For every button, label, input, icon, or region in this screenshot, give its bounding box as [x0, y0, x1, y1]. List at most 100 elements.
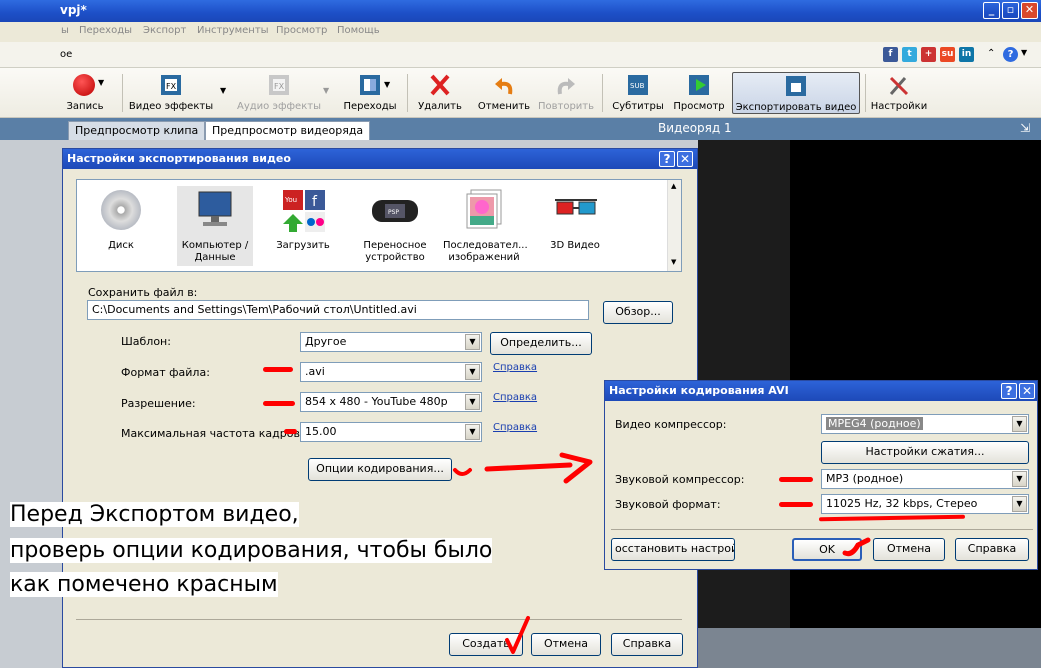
close-button[interactable]: ✕ — [1021, 2, 1038, 19]
linkedin-icon[interactable]: in — [959, 47, 974, 62]
video-compressor-select[interactable]: MPEG4 (родное) ▼ — [821, 414, 1029, 434]
device-upload[interactable]: You f Загрузить — [273, 186, 333, 266]
undo-icon — [492, 74, 516, 96]
help-icon[interactable]: ? — [659, 151, 675, 167]
cancel-button[interactable]: Отмена — [873, 538, 945, 561]
transitions-button[interactable]: ▼ Переходы — [340, 72, 400, 114]
chevron-down-icon[interactable]: ▼ — [465, 334, 480, 350]
settings-button[interactable]: Настройки — [870, 72, 928, 114]
encoding-options-button[interactable]: Опции кодирования... — [308, 458, 452, 481]
video-effects-button[interactable]: FX Видео эффекты — [128, 72, 214, 114]
red-marker — [284, 429, 297, 434]
template-select[interactable]: Другое ▼ — [300, 332, 482, 352]
transitions-label: Переходы — [343, 101, 397, 112]
delete-icon — [428, 74, 452, 96]
device-portable-label: Переносное устройство — [363, 240, 427, 263]
device-3d[interactable]: 3D Видео — [545, 186, 605, 266]
framerate-help-link[interactable]: Справка — [493, 422, 537, 433]
resolution-label: Разрешение: — [121, 397, 196, 410]
ok-button[interactable]: OK — [792, 538, 862, 561]
audio-effects-icon: FX — [267, 74, 291, 96]
menu-item-transitions[interactable]: Переходы — [79, 25, 132, 36]
red-marker — [779, 477, 813, 482]
device-image-sequence-label: Последовател... изображений — [443, 240, 528, 263]
cancel-button[interactable]: Отмена — [531, 633, 601, 656]
chevron-down-icon[interactable]: ▼ — [1012, 496, 1027, 512]
tab-sequence-preview[interactable]: Предпросмотр видеоряда — [205, 121, 371, 140]
record-dropdown-icon[interactable]: ▼ — [98, 78, 104, 87]
device-image-sequence[interactable]: Последовател... изображений — [443, 186, 528, 266]
audio-format-select[interactable]: 11025 Hz, 32 kbps, Стерео ▼ — [821, 494, 1029, 514]
transitions-dropdown-icon[interactable]: ▼ — [384, 80, 390, 89]
google-plus-icon[interactable]: + — [921, 47, 936, 62]
preview-button[interactable]: Просмотр — [672, 72, 726, 114]
resolution-help-link[interactable]: Справка — [493, 392, 537, 403]
resolution-select[interactable]: 854 x 480 - YouTube 480p ▼ — [300, 392, 482, 412]
restore-defaults-button[interactable]: осстановить настройк — [611, 538, 735, 561]
video-effects-icon: FX — [159, 74, 183, 96]
audio-effects-button[interactable]: FX Аудио эффекты — [234, 72, 324, 114]
chevron-up-icon[interactable]: ⌃ — [987, 48, 995, 59]
chevron-down-icon[interactable]: ▼ — [465, 394, 480, 410]
framerate-select[interactable]: 15.00 ▼ — [300, 422, 482, 442]
chevron-down-icon[interactable]: ▼ — [1012, 471, 1027, 487]
play-icon — [687, 74, 711, 96]
upload-icon: You f — [283, 190, 325, 232]
device-portable[interactable]: PSP Переносное устройство — [359, 186, 431, 266]
chevron-down-icon[interactable]: ▼ — [465, 424, 480, 440]
scroll-up-icon[interactable]: ▲ — [671, 182, 676, 190]
audio-compressor-select[interactable]: MP3 (родное) ▼ — [821, 469, 1029, 489]
app-title-bar: vpj* _ ▫ ✕ — [0, 0, 1041, 22]
redo-icon — [554, 74, 578, 96]
help-icon[interactable]: ? — [1003, 47, 1018, 62]
chevron-down-icon[interactable]: ▼ — [1021, 48, 1027, 57]
device-disc[interactable]: Диск — [91, 186, 151, 266]
transitions-icon — [358, 74, 382, 96]
scroll-down-icon[interactable]: ▼ — [671, 258, 676, 266]
twitter-icon[interactable]: t — [902, 47, 917, 62]
chevron-down-icon[interactable]: ▼ — [465, 364, 480, 380]
undock-icon[interactable]: ⇲ — [1020, 121, 1030, 135]
stumbleupon-icon[interactable]: su — [940, 47, 955, 62]
export-dialog-title: Настройки экспортирования видео — [63, 149, 697, 169]
create-button[interactable]: Создать — [449, 633, 523, 656]
settings-label: Настройки — [870, 101, 928, 112]
facebook-icon[interactable]: f — [883, 47, 898, 62]
tab-clip-preview[interactable]: Предпросмотр клипа — [68, 121, 206, 140]
menu-item-help[interactable]: Помощь — [337, 25, 380, 36]
help-button[interactable]: Справка — [611, 633, 683, 656]
menu-item-tools[interactable]: Инструменты — [197, 25, 269, 36]
annotation-line-3: как помечено красным — [10, 572, 278, 597]
menu-item-view[interactable]: Просмотр — [276, 25, 327, 36]
compression-settings-button[interactable]: Настройки сжатия... — [821, 441, 1029, 464]
device-computer-label: Компьютер / Данные — [181, 240, 249, 263]
video-effects-dropdown-icon[interactable]: ▼ — [220, 86, 226, 95]
maximize-button[interactable]: ▫ — [1002, 2, 1019, 19]
export-video-button[interactable]: Экспортировать видео — [732, 72, 860, 114]
video-effects-label: Видео эффекты — [128, 101, 214, 112]
file-format-select[interactable]: .avi ▼ — [300, 362, 482, 382]
save-path-input[interactable]: C:\Documents and Settings\Tem\Рабочий ст… — [87, 300, 589, 320]
quick-bar: ое f t + su in ⌃ ? ▼ — [0, 42, 1041, 68]
audio-effects-dropdown-icon[interactable]: ▼ — [323, 86, 329, 95]
define-button[interactable]: Определить... — [490, 332, 592, 355]
record-button[interactable]: ▼ Запись — [62, 72, 108, 114]
close-icon[interactable]: ✕ — [1019, 383, 1035, 399]
format-help-link[interactable]: Справка — [493, 362, 537, 373]
device-list: Диск Компьютер / Данные You f Загрузить P… — [76, 179, 682, 272]
annotation-line-2: проверь опции кодирования, чтобы было — [10, 538, 493, 563]
help-button[interactable]: Справка — [955, 538, 1029, 561]
redo-button[interactable]: Повторить — [535, 72, 597, 114]
close-icon[interactable]: ✕ — [677, 151, 693, 167]
menu-item-file[interactable]: ы — [61, 25, 69, 36]
help-icon[interactable]: ? — [1001, 383, 1017, 399]
minimize-button[interactable]: _ — [983, 2, 1000, 19]
device-computer[interactable]: Компьютер / Данные — [177, 186, 253, 266]
chevron-down-icon[interactable]: ▼ — [1012, 416, 1027, 432]
undo-button[interactable]: Отменить — [474, 72, 534, 114]
browse-button[interactable]: Обзор... — [603, 301, 673, 324]
subtitles-button[interactable]: SUB Субтитры — [608, 72, 668, 114]
menu-item-export[interactable]: Экспорт — [143, 25, 186, 36]
delete-button[interactable]: Удалить — [414, 72, 466, 114]
device-list-scrollbar[interactable]: ▲ ▼ — [667, 180, 681, 271]
